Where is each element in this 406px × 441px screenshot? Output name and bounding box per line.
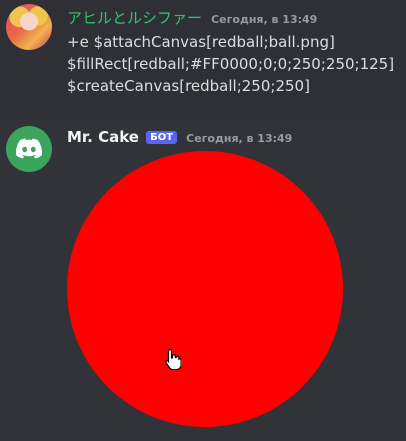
timestamp: Сегодня, в 13:49 (211, 13, 318, 26)
bot-badge: БОТ (146, 131, 178, 144)
message-line: $createCanvas[redball;250;250] (67, 77, 310, 95)
red-ball (67, 151, 343, 427)
message-1[interactable]: アヒルとルシファー Сегодня, в 13:49 +e $attachCan… (0, 0, 406, 120)
discord-icon (16, 138, 42, 159)
hand-cursor-icon (165, 348, 181, 370)
timestamp: Сегодня, в 13:49 (186, 132, 293, 145)
chat-view: アヒルとルシファー Сегодня, в 13:49 +e $attachCan… (0, 0, 406, 441)
message-header: アヒルとルシファー Сегодня, в 13:49 (67, 7, 317, 28)
message-content: +e $attachCanvas[redball;ball.png] $fill… (67, 31, 394, 97)
bot-avatar[interactable] (6, 126, 52, 172)
message-line: $fillRect[redball;#FF0000;0;0;250;250;12… (67, 55, 395, 73)
user-avatar[interactable] (6, 4, 52, 50)
message-header: Mr. Cake БОТ Сегодня, в 13:49 (67, 127, 292, 146)
ball-image[interactable] (67, 151, 343, 427)
username[interactable]: アヒルとルシファー (67, 9, 202, 27)
message-line: +e $attachCanvas[redball;ball.png] (67, 33, 335, 51)
username[interactable]: Mr. Cake (67, 128, 139, 146)
message-2[interactable]: Mr. Cake БОТ Сегодня, в 13:49 (0, 120, 406, 441)
